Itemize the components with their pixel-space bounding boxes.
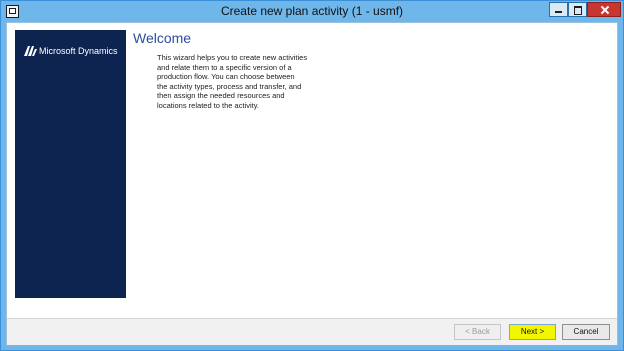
wizard-footer: < Back Next > Cancel [7, 318, 617, 345]
close-button[interactable] [587, 2, 621, 17]
microsoft-dynamics-logo [24, 46, 37, 56]
cancel-button[interactable]: Cancel [562, 324, 610, 340]
window-title: Create new plan activity (1 - usmf) [220, 4, 404, 18]
page-title: Welcome [133, 30, 192, 46]
maximize-button[interactable] [568, 2, 587, 17]
back-button[interactable]: < Back [454, 324, 501, 340]
next-button[interactable]: Next > [509, 324, 556, 340]
minimize-button[interactable] [549, 2, 568, 17]
brand-panel: Microsoft Dynamics [15, 30, 126, 298]
title-bar[interactable]: Create new plan activity (1 - usmf) [1, 1, 623, 22]
wizard-content: Microsoft Dynamics Welcome This wizard h… [6, 22, 618, 345]
wizard-window: Create new plan activity (1 - usmf) Micr… [0, 0, 624, 351]
intro-text: This wizard helps you to create new acti… [157, 53, 308, 110]
brand-text: Microsoft Dynamics [39, 46, 118, 56]
